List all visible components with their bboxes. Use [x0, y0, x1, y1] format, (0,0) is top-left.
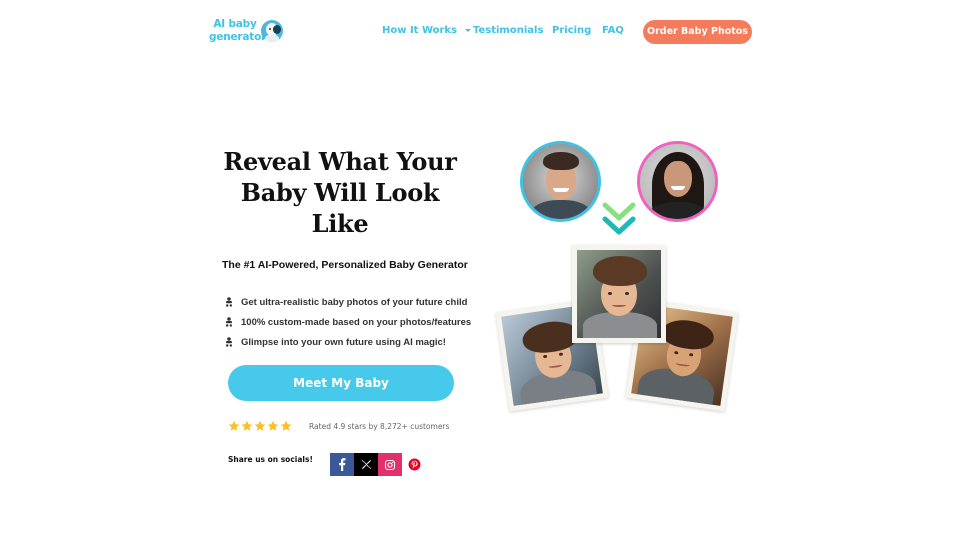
baby-icon: [226, 337, 232, 347]
pinterest-icon: [408, 458, 420, 471]
nav-how-it-works-label: How It Works: [382, 25, 458, 36]
logo-line-2: generator: [209, 31, 267, 43]
feature-item: Get ultra-realistic baby photos of your …: [225, 292, 471, 312]
feature-item: 100% custom-made based on your photos/fe…: [225, 312, 471, 332]
feature-text: 100% custom-made based on your photos/fe…: [241, 316, 472, 328]
feature-list: Get ultra-realistic baby photos of your …: [225, 292, 471, 352]
star-icon: [241, 420, 253, 431]
instagram-share-button[interactable]: [378, 453, 402, 476]
star-icon: [254, 420, 266, 431]
nav-how-it-works[interactable]: How It Works: [382, 25, 472, 36]
meet-my-baby-button[interactable]: Meet My Baby: [228, 365, 454, 401]
feature-text: Glimpse into your own future using AI ma…: [241, 336, 446, 348]
logo-line-1: AI baby: [213, 18, 257, 30]
facebook-share-button[interactable]: [330, 453, 354, 476]
hero-title-line-2: Baby Will Look: [240, 178, 440, 207]
baby-logo-icon: [261, 20, 283, 42]
nav-faq[interactable]: FAQ: [602, 25, 624, 36]
hero-subtitle: The #1 AI-Powered, Personalized Baby Gen…: [222, 259, 468, 271]
rating-text: Rated 4.9 stars by 8,272+ customers: [309, 422, 450, 431]
nav-pricing[interactable]: Pricing: [552, 25, 591, 36]
hero-title-line-1: Reveal What Your: [223, 147, 457, 176]
social-share-buttons: [330, 453, 426, 476]
star-icon: [228, 420, 240, 431]
instagram-icon: [384, 459, 396, 470]
rating-stars: [228, 420, 292, 432]
logo-text: AI baby generator: [209, 18, 267, 44]
order-baby-photos-button[interactable]: Order Baby Photos: [643, 20, 752, 44]
mother-photo: [637, 141, 718, 222]
facebook-icon: [339, 458, 346, 471]
caret-down-icon: [465, 28, 472, 32]
baby-icon: [226, 317, 232, 327]
x-icon: [361, 460, 371, 469]
x-share-button[interactable]: [354, 453, 378, 476]
feature-item: Glimpse into your own future using AI ma…: [225, 332, 471, 352]
nav-testimonials[interactable]: Testimonials: [473, 25, 543, 36]
star-icon: [280, 420, 292, 431]
baby-icon: [226, 297, 232, 307]
baby-photo-center: [572, 245, 666, 343]
star-icon: [267, 420, 279, 431]
hero-title-line-3: Like: [311, 209, 369, 238]
feature-text: Get ultra-realistic baby photos of your …: [241, 296, 468, 308]
hero-title: Reveal What Your Baby Will Look Like: [222, 146, 458, 239]
double-chevron-down-icon: [602, 202, 636, 235]
father-photo: [520, 141, 601, 222]
pinterest-share-button[interactable]: [402, 453, 426, 476]
share-label: Share us on socials!: [228, 455, 313, 464]
logo[interactable]: AI baby generator: [209, 18, 285, 46]
